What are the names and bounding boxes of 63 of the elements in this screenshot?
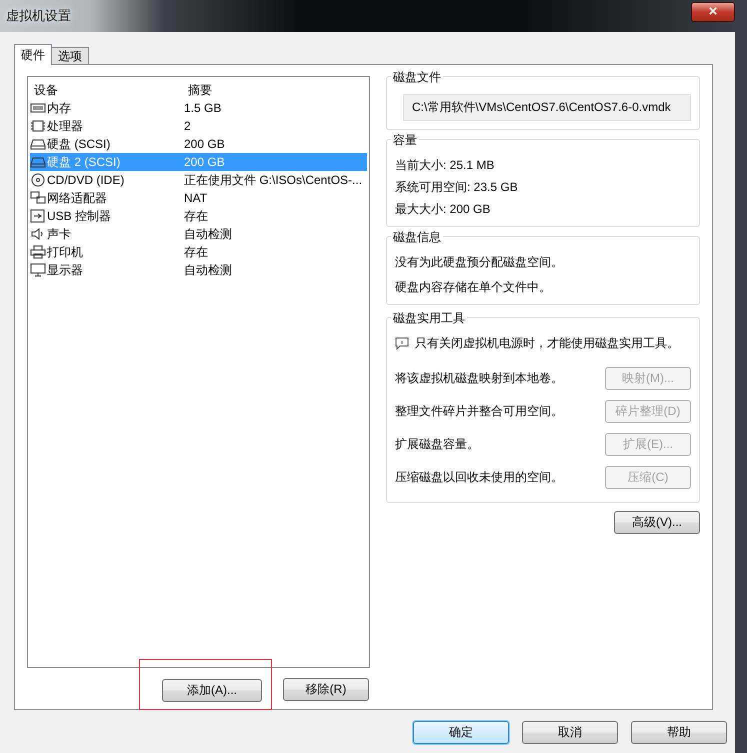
monitor-icon: [30, 263, 46, 277]
dialog-button[interactable]: 确定: [413, 721, 509, 744]
action-text: 压缩磁盘以回收未使用的空间。: [395, 469, 563, 486]
device-row[interactable]: 处理器 2: [30, 117, 367, 135]
list-button[interactable]: 移除(R): [283, 678, 369, 701]
device-row[interactable]: 声卡 自动检测: [30, 225, 367, 243]
printer-icon: [30, 245, 46, 259]
memory-icon: [30, 101, 46, 115]
device-name: 内存: [47, 100, 71, 116]
device-row[interactable]: USB 控制器 存在: [30, 207, 367, 225]
device-name: USB 控制器: [47, 208, 112, 224]
action-text: 整理文件碎片并整合可用空间。: [395, 403, 563, 420]
info-text: 硬盘内容存储在单个文件中。: [395, 279, 552, 296]
device-summary: 自动检测: [184, 226, 233, 242]
device-summary: 自动检测: [184, 262, 233, 278]
info-icon: [395, 337, 409, 350]
action-text: 扩展磁盘容量。: [395, 436, 479, 453]
advanced-button[interactable]: 高级(V)...: [614, 511, 700, 534]
device-row[interactable]: 打印机 存在: [30, 243, 367, 261]
usb-icon: [30, 209, 46, 223]
tab[interactable]: 硬件: [14, 44, 52, 65]
tab[interactable]: 选项: [51, 47, 89, 65]
device-row[interactable]: 硬盘 (SCSI) 200 GB: [30, 135, 367, 153]
column-header[interactable]: 摘要: [184, 82, 367, 98]
column-header[interactable]: 设备: [30, 82, 184, 98]
network-icon: [30, 191, 46, 205]
capacity-text: 最大大小: 200 GB: [395, 201, 492, 218]
window-title: 虚拟机设置: [6, 7, 71, 25]
device-row[interactable]: 网络适配器 NAT: [30, 189, 367, 207]
device-summary: 200 GB: [184, 137, 226, 151]
device-summary: 1.5 GB: [184, 101, 222, 115]
device-name: 显示器: [47, 262, 83, 278]
dialog-button[interactable]: 取消: [522, 721, 618, 744]
device-summary: 存在: [184, 208, 209, 224]
info-text: 没有为此硬盘预分配磁盘空间。: [395, 254, 564, 271]
capacity-text: 系统可用空间: 23.5 GB: [395, 179, 519, 196]
device-name: 声卡: [47, 226, 71, 242]
device-row[interactable]: 显示器 自动检测: [30, 261, 367, 279]
device-row[interactable]: 内存 1.5 GB: [30, 99, 367, 117]
file-path-field[interactable]: C:\常用软件\VMs\CentOS7.6\CentOS7.6-0.vmdk: [403, 94, 691, 121]
note-text: 只有关闭虚拟机电源时，才能使用磁盘实用工具。: [415, 335, 679, 352]
group-title: 磁盘信息: [391, 229, 443, 246]
action-text: 将该虚拟机磁盘映射到本地卷。: [395, 370, 563, 387]
device-row[interactable]: CD/DVD (IDE) 正在使用文件 G:\ISOs\CentOS-...: [30, 171, 367, 189]
device-name: 硬盘 (SCSI): [47, 136, 110, 152]
disc-icon: [30, 173, 46, 187]
dialog-button[interactable]: 帮助: [631, 721, 727, 744]
device-name: 网络适配器: [47, 190, 107, 206]
device-name: 打印机: [47, 244, 83, 260]
device-summary: 正在使用文件 G:\ISOs\CentOS-...: [184, 172, 364, 188]
device-summary: 存在: [184, 244, 209, 260]
device-name: CD/DVD (IDE): [47, 173, 124, 187]
device-name: 硬盘 2 (SCSI): [47, 154, 120, 170]
device-name: 处理器: [47, 118, 83, 134]
device-summary: 2: [184, 119, 192, 133]
chip-icon: [30, 119, 46, 133]
device-summary: 200 GB: [184, 155, 226, 169]
close-button[interactable]: ×: [691, 2, 735, 22]
list-button[interactable]: 添加(A)...: [162, 679, 262, 702]
capacity-text: 当前大小: 25.1 MB: [395, 157, 496, 174]
group-title: 磁盘文件: [391, 69, 443, 86]
device-summary: NAT: [184, 191, 208, 205]
group-title: 磁盘实用工具: [391, 310, 467, 327]
